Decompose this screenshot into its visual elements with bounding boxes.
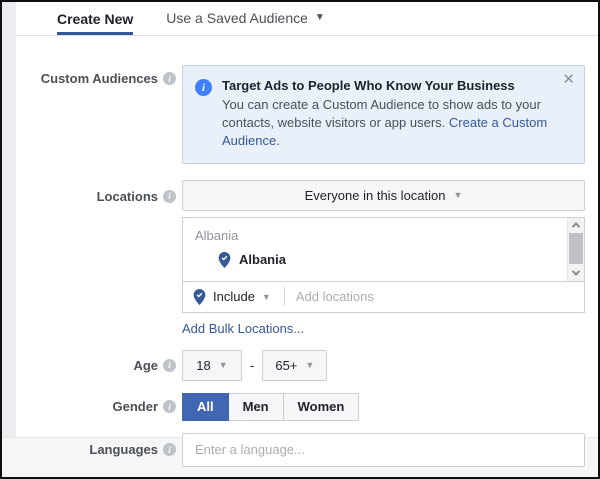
custom-audience-banner: i Target Ads to People Who Know Your Bus… [182,65,585,164]
banner-body: You can create a Custom Audience to show… [222,96,554,151]
location-region-header: Albania [183,218,584,243]
age-range-separator: - [250,358,254,373]
chevron-down-icon: ▼ [219,360,228,370]
languages-label: Languages i [16,442,176,457]
include-dropdown[interactable]: Include ▼ [193,289,271,305]
chevron-down-icon: ▼ [262,292,271,302]
audience-form: Custom Audiences i i Target Ads to Peopl… [16,36,598,467]
chevron-up-icon [572,222,580,230]
banner-title: Target Ads to People Who Know Your Busin… [222,78,554,93]
audience-panel: Create New Use a Saved Audience ▼ Custom… [0,0,600,479]
include-row: Include ▼ [183,281,584,312]
chevron-down-icon: ▼ [454,190,463,200]
tab-create-new-label: Create New [57,11,133,27]
age-label: Age i [16,358,176,373]
locations-box: Albania Albania [182,217,585,313]
add-locations-input[interactable] [296,289,574,304]
location-scope-dropdown[interactable]: Everyone in this location ▼ [182,180,585,211]
scroll-down-button[interactable] [568,266,584,281]
include-value: Include [213,289,255,304]
locations-label: Locations i [16,180,176,204]
scrollbar[interactable] [567,218,584,281]
languages-input[interactable] [182,433,585,467]
gender-row: Gender i All Men Women [16,393,598,421]
scroll-up-button[interactable] [568,218,584,233]
custom-audiences-row: Custom Audiences i i Target Ads to Peopl… [16,65,598,164]
info-icon[interactable]: i [163,72,176,85]
gender-option-women[interactable]: Women [283,393,360,421]
divider [284,287,285,306]
languages-row: Languages i [16,433,598,467]
info-icon[interactable]: i [163,359,176,372]
info-icon[interactable]: i [163,190,176,203]
age-min-dropdown[interactable]: 18 ▼ [182,350,242,381]
selected-location-name: Albania [239,252,286,267]
info-icon[interactable]: i [163,443,176,456]
audience-tabbar: Create New Use a Saved Audience ▼ [16,2,598,36]
gender-segmented-control: All Men Women [182,393,359,421]
close-icon[interactable]: ✕ [562,72,575,87]
selected-locations-list: Albania Albania [183,218,584,281]
custom-audiences-label: Custom Audiences i [16,65,176,86]
tab-saved-audience-label: Use a Saved Audience [166,10,308,26]
chevron-down-icon: ▼ [315,12,325,23]
location-pin-icon [193,289,206,305]
chevron-down-icon [572,267,580,275]
tab-use-saved-audience[interactable]: Use a Saved Audience ▼ [166,2,325,35]
left-gutter [2,2,16,437]
add-bulk-locations-link[interactable]: Add Bulk Locations... [182,321,304,336]
location-pin-icon [218,252,231,268]
selected-location-item[interactable]: Albania [218,252,584,268]
gender-label: Gender i [16,399,176,414]
gender-option-men[interactable]: Men [228,393,284,421]
tab-create-new[interactable]: Create New [57,2,133,35]
gender-option-all[interactable]: All [182,393,229,421]
info-icon[interactable]: i [163,400,176,413]
info-circle-icon: i [195,79,212,96]
age-row: Age i 18 ▼ - 65+ ▼ [16,350,598,381]
age-max-dropdown[interactable]: 65+ ▼ [262,350,327,381]
chevron-down-icon: ▼ [305,360,314,370]
locations-row: Locations i Everyone in this location ▼ … [16,180,598,336]
scrollbar-thumb[interactable] [569,233,583,264]
